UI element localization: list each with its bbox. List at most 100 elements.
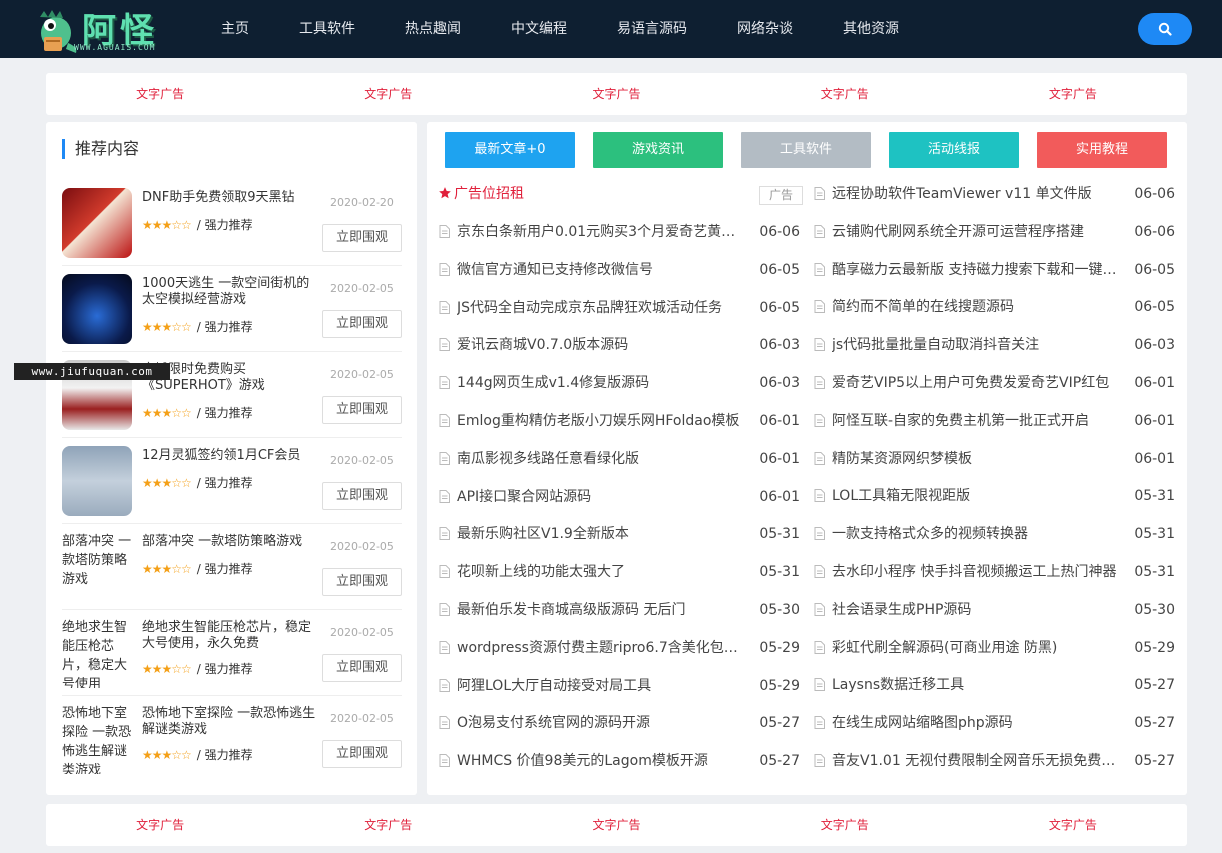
view-button[interactable]: 立即围观 [322, 224, 402, 252]
item-date: 2020-02-05 [330, 368, 394, 381]
document-icon [814, 224, 825, 238]
document-icon [814, 565, 825, 578]
view-button[interactable]: 立即围观 [322, 654, 402, 682]
article-title[interactable]: 南瓜影视多线路任意看绿化版 [457, 449, 748, 469]
recommend-item: 12月灵狐签约领1月CF会员 ★★★☆☆ / 强力推荐 2020-02-05 立即… [62, 438, 402, 524]
item-title[interactable]: 绝地求生智能压枪芯片，稳定大号使用，永久免费 [142, 620, 320, 652]
article-title[interactable]: wordpress资源付费主题ripro6.7含美化包破解版 [457, 638, 748, 658]
article-date: 05-29 [1134, 639, 1175, 656]
article-title[interactable]: 精防某资源网织梦模板 [832, 449, 1123, 469]
article-title[interactable]: JS代码全自动完成京东品牌狂欢城活动任务 [457, 298, 748, 318]
document-icon [814, 602, 825, 616]
item-title[interactable]: DNF助手免费领取9天黑钻 [142, 190, 320, 206]
article-title[interactable]: WHMCS 价值98美元的Lagom模板开源 [457, 751, 748, 771]
item-thumbnail[interactable] [62, 188, 132, 258]
broken-image-thumbnail[interactable]: 绝地求生智能压枪芯片，稳定大号使用 [62, 618, 132, 688]
article-date: 05-27 [759, 753, 800, 770]
article-title[interactable]: 远程协助软件TeamViewer v11 单文件版 [832, 184, 1123, 204]
item-title[interactable]: 12月灵狐签约领1月CF会员 [142, 448, 320, 464]
broken-image-thumbnail[interactable]: 部落冲突 一款塔防策略游戏 [62, 532, 132, 602]
article-title[interactable]: 阿狸LOL大厅自动接受对局工具 [457, 676, 748, 696]
tab-activity-news[interactable]: 活动线报 [889, 132, 1019, 168]
view-button[interactable]: 立即围观 [322, 396, 402, 424]
article-title[interactable]: 社会语录生成PHP源码 [832, 600, 1123, 620]
view-button[interactable]: 立即围观 [322, 482, 402, 510]
article-title[interactable]: 花呗新上线的功能太强大了 [457, 562, 748, 582]
article-title[interactable]: js代码批量批量自动取消抖音关注 [832, 335, 1123, 355]
article-title[interactable]: O泡易支付系统官网的源码开源 [457, 713, 748, 733]
article-title[interactable]: 简约而不简单的在线搜题源码 [832, 297, 1123, 317]
article-title[interactable]: 彩虹代刷全解源码(可商业用途 防黑) [832, 638, 1123, 658]
watermark: www.jiufuquan.com [14, 363, 170, 380]
item-rating: ★★★☆☆ / 强力推荐 [142, 318, 253, 335]
nav-hot-news[interactable]: 热点趣闻 [380, 0, 486, 58]
article-row: WHMCS 价值98美元的Lagom模板开源 05-27 [439, 751, 800, 771]
view-button[interactable]: 立即围观 [322, 568, 402, 596]
search-button[interactable] [1138, 13, 1192, 45]
broken-image-thumbnail[interactable]: 恐怖地下室探险 一款恐怖逃生解谜类游戏 [62, 704, 132, 774]
document-icon [814, 376, 825, 389]
article-title[interactable]: 一款支持格式众多的视频转换器 [832, 524, 1123, 544]
text-ad-link[interactable]: 文字广告 [959, 73, 1187, 115]
article-title[interactable]: 144g网页生成v1.4修复版源码 [457, 373, 748, 393]
item-title[interactable]: 部落冲突 一款塔防策略游戏 [142, 534, 320, 550]
promo-link[interactable]: 广告位招租 [454, 184, 524, 204]
text-ad-link[interactable]: 文字广告 [502, 73, 730, 115]
document-icon [439, 716, 450, 730]
article-row: 南瓜影视多线路任意看绿化版 06-01 [439, 449, 800, 469]
nav-e-language-source[interactable]: 易语言源码 [592, 0, 712, 58]
text-ad-link[interactable]: 文字广告 [731, 804, 959, 846]
rating-stars: ★★★☆☆ [142, 562, 192, 576]
item-rating: ★★★☆☆ / 强力推荐 [142, 660, 253, 677]
article-row: 彩虹代刷全解源码(可商业用途 防黑) 05-29 [814, 638, 1175, 658]
article-title[interactable]: Emlog重构精仿老版小刀娱乐网HFoldao模板 [457, 411, 748, 431]
article-title[interactable]: Laysns数据迁移工具 [832, 675, 1123, 695]
view-button[interactable]: 立即围观 [322, 310, 402, 338]
text-ad-link[interactable]: 文字广告 [959, 804, 1187, 846]
item-thumbnail[interactable] [62, 446, 132, 516]
text-ad-link[interactable]: 文字广告 [274, 804, 502, 846]
article-title[interactable]: 在线生成网站缩略图php源码 [832, 713, 1123, 733]
document-icon [814, 413, 825, 427]
article-title[interactable]: 酷享磁力云最新版 支持磁力搜索下载和一键播放 [832, 260, 1123, 280]
nav-chinese-programming[interactable]: 中文编程 [486, 0, 592, 58]
tab-game-news[interactable]: 游戏资讯 [593, 132, 723, 168]
article-title[interactable]: API接口聚合网站源码 [457, 487, 748, 507]
tab-tutorials[interactable]: 实用教程 [1037, 132, 1167, 168]
article-title[interactable]: 爱讯云商城V0.7.0版本源码 [457, 335, 748, 355]
article-title[interactable]: 爱奇艺VIP5以上用户可免费发爱奇艺VIP红包 [832, 373, 1123, 393]
article-date: 05-27 [1134, 753, 1175, 769]
article-date: 05-31 [1134, 526, 1175, 543]
nav-other-resources[interactable]: 其他资源 [818, 0, 924, 58]
article-title[interactable]: 去水印小程序 快手抖音视频搬运工上热门神器 [832, 562, 1123, 582]
site-logo[interactable]: 阿怪 WWW.AGUAIS.COM [30, 3, 170, 55]
article-title[interactable]: 微信官方通知已支持修改微信号 [457, 260, 748, 280]
article-title[interactable]: 最新乐购社区V1.9全新版本 [457, 524, 748, 544]
text-ad-link[interactable]: 文字广告 [274, 73, 502, 115]
item-thumbnail[interactable] [62, 274, 132, 344]
view-button[interactable]: 立即围观 [322, 740, 402, 768]
nav-tools[interactable]: 工具软件 [274, 0, 380, 58]
article-title[interactable]: 阿怪互联-自家的免费主机第一批正式开启 [832, 411, 1123, 431]
article-date: 05-31 [1134, 488, 1175, 505]
article-title[interactable]: 最新伯乐发卡商城高级版源码 无后门 [457, 600, 748, 620]
article-title[interactable]: 云铺购代刷网系统全开源可运营程序搭建 [832, 222, 1123, 242]
tab-tool-software[interactable]: 工具软件 [741, 132, 871, 168]
nav-network-talk[interactable]: 网络杂谈 [712, 0, 818, 58]
article-title[interactable]: LOL工具箱无限视距版 [832, 486, 1123, 506]
text-ad-link[interactable]: 文字广告 [502, 804, 730, 846]
article-title[interactable]: 京东白条新用户0.01元购买3个月爱奇艺黄金会员 [457, 222, 748, 242]
rating-stars: ★★★☆☆ [142, 406, 192, 420]
article-title[interactable]: 音友V1.01 无视付费限制全网音乐无损免费下载 [832, 751, 1123, 771]
article-date: 05-30 [1134, 601, 1175, 618]
tab-latest-articles[interactable]: 最新文章+0 [445, 132, 575, 168]
article-row: 阿怪互联-自家的免费主机第一批正式开启 06-01 [814, 411, 1175, 431]
text-ad-link[interactable]: 文字广告 [46, 804, 274, 846]
nav-home[interactable]: 主页 [196, 0, 274, 58]
text-ad-link[interactable]: 文字广告 [46, 73, 274, 115]
text-ad-link[interactable]: 文字广告 [731, 73, 959, 115]
item-date: 2020-02-05 [330, 626, 394, 639]
item-title[interactable]: 恐怖地下室探险 一款恐怖逃生解谜类游戏 [142, 706, 320, 738]
item-title[interactable]: 1000天逃生 一款空间街机的太空模拟经营游戏 [142, 276, 320, 308]
text-ad-bar-bottom: 文字广告 文字广告 文字广告 文字广告 文字广告 [46, 804, 1187, 846]
